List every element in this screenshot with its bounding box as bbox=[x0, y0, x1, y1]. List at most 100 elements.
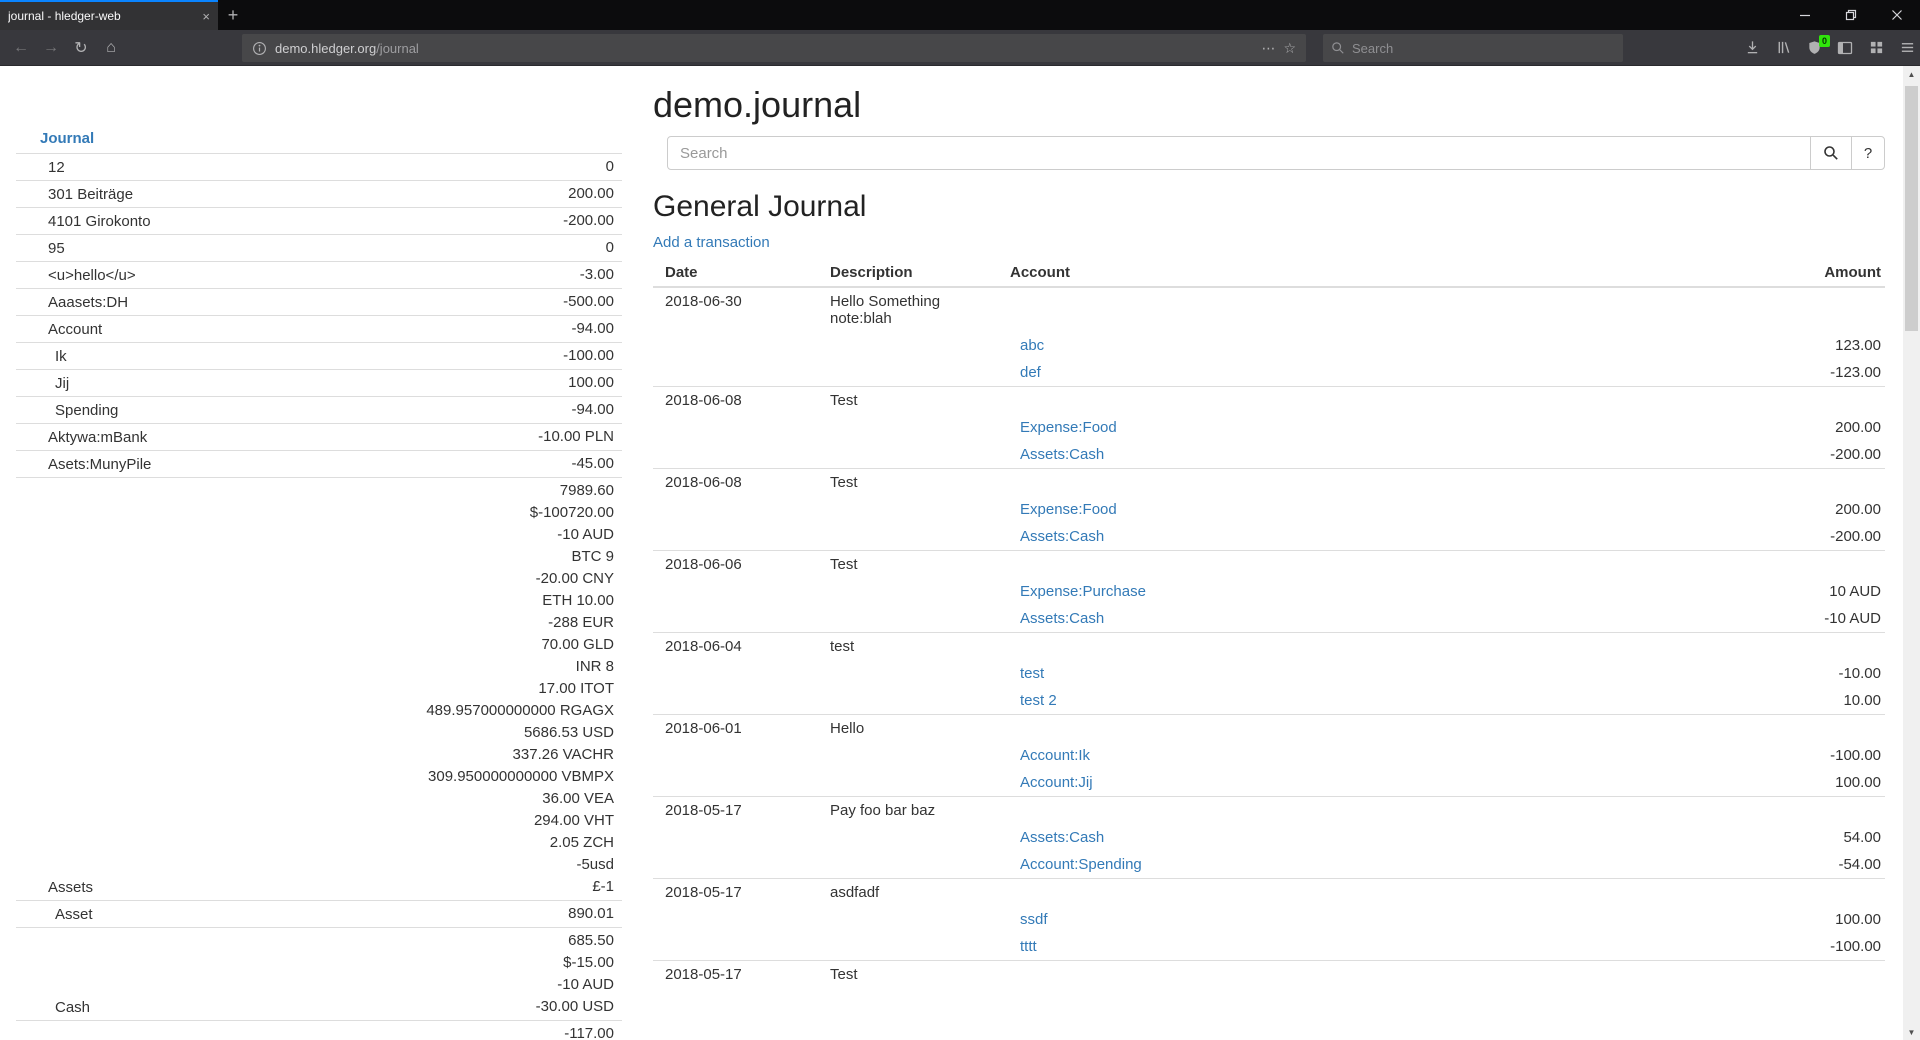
browser-search-bar[interactable]: Search bbox=[1323, 34, 1623, 62]
posting-desc-spacer bbox=[818, 742, 998, 769]
add-transaction-link[interactable]: Add a transaction bbox=[653, 234, 770, 251]
transaction-description: Hello bbox=[818, 715, 998, 743]
new-tab-button[interactable]: + bbox=[218, 0, 248, 30]
posting-account-link[interactable]: Expense:Purchase bbox=[1020, 583, 1146, 600]
sidebar-account-link[interactable]: Jij bbox=[16, 373, 69, 394]
posting-row: def-123.00 bbox=[653, 359, 1885, 387]
posting-account-link[interactable]: def bbox=[1020, 364, 1041, 381]
sidebar-account-row: Spending-94.00 bbox=[16, 396, 622, 423]
posting-account-link[interactable]: ssdf bbox=[1020, 911, 1048, 928]
posting-account-link[interactable]: Account:Jij bbox=[1020, 774, 1093, 791]
sidebar-account-link[interactable]: Assets bbox=[16, 877, 93, 898]
transaction-account-spacer bbox=[998, 715, 1665, 743]
sidebar-account-link[interactable]: Spending bbox=[16, 400, 118, 421]
sidebar-account-link[interactable]: Cash bbox=[16, 997, 90, 1018]
posting-desc-spacer bbox=[818, 851, 998, 879]
posting-account-link[interactable]: Account:Ik bbox=[1020, 747, 1090, 764]
posting-desc-spacer bbox=[818, 605, 998, 633]
home-icon[interactable]: ⌂ bbox=[96, 30, 126, 65]
posting-account-link[interactable]: Expense:Food bbox=[1020, 501, 1117, 518]
balance-amount: 70.00 GLD bbox=[426, 634, 614, 656]
sidebar-account-row: 950 bbox=[16, 234, 622, 261]
sidebar-account-link[interactable]: Asets:MunyPile bbox=[16, 454, 151, 475]
bookmark-star-icon[interactable]: ☆ bbox=[1283, 40, 1296, 57]
sidebar-account-link[interactable]: Aktywa:mBank bbox=[16, 427, 147, 448]
sidebar-journal-link[interactable]: Journal bbox=[16, 130, 94, 153]
browser-tab[interactable]: journal - hledger-web × bbox=[0, 0, 218, 30]
posting-account-link[interactable]: Expense:Food bbox=[1020, 419, 1117, 436]
transaction-date: 2018-05-17 bbox=[653, 961, 818, 989]
library-icon[interactable] bbox=[1774, 39, 1792, 57]
posting-account-link[interactable]: Assets:Cash bbox=[1020, 610, 1104, 627]
sidebar-account-link[interactable]: Ik bbox=[16, 346, 67, 367]
url-bar[interactable]: demo.hledger.org/journal ⋯ ☆ bbox=[242, 34, 1306, 62]
restore-button[interactable] bbox=[1828, 0, 1874, 30]
posting-account-link[interactable]: Assets:Cash bbox=[1020, 446, 1104, 463]
scrollbar-thumb[interactable] bbox=[1905, 86, 1918, 331]
balance-amount: BTC 9 bbox=[426, 546, 614, 568]
reload-icon[interactable]: ↻ bbox=[66, 30, 96, 65]
apps-grid-icon[interactable] bbox=[1867, 39, 1885, 57]
sidebar-account-link[interactable]: Asset bbox=[16, 904, 93, 925]
transaction-row: 2018-06-08Test bbox=[653, 387, 1885, 415]
tab-close-icon[interactable]: × bbox=[202, 10, 210, 23]
balance-amount: 337.26 VACHR bbox=[426, 744, 614, 766]
posting-row: Assets:Cash54.00 bbox=[653, 824, 1885, 851]
sidebar-account-link[interactable]: <u>hello</u> bbox=[16, 265, 136, 286]
transaction-amount-spacer bbox=[1665, 879, 1885, 907]
forward-icon[interactable]: → bbox=[36, 30, 66, 65]
posting-account-link[interactable]: abc bbox=[1020, 337, 1044, 354]
menu-hamburger-icon[interactable] bbox=[1898, 39, 1916, 57]
downloads-icon[interactable] bbox=[1743, 39, 1761, 57]
page-actions-icon[interactable]: ⋯ bbox=[1261, 40, 1275, 57]
back-icon[interactable]: ← bbox=[6, 30, 36, 65]
site-info-icon[interactable] bbox=[252, 41, 267, 56]
posting-row: Account:Spending-54.00 bbox=[653, 851, 1885, 879]
posting-account-link[interactable]: tttt bbox=[1020, 938, 1037, 955]
posting-desc-spacer bbox=[818, 359, 998, 387]
posting-row: abc 123.00 bbox=[653, 332, 1885, 359]
posting-account-link[interactable]: Assets:Cash bbox=[1020, 829, 1104, 846]
extension-shield-icon[interactable]: 0 bbox=[1805, 39, 1823, 57]
sidebar-account-link[interactable]: 4101 Girokonto bbox=[16, 211, 151, 232]
page-scrollbar[interactable]: ▲ ▼ bbox=[1903, 66, 1920, 1040]
transaction-account-spacer bbox=[998, 551, 1665, 579]
posting-amount: -10.00 bbox=[1665, 660, 1885, 687]
posting-account-link[interactable]: Account:Spending bbox=[1020, 856, 1142, 873]
posting-row: ssdf100.00 bbox=[653, 906, 1885, 933]
scrollbar-down-arrow[interactable]: ▼ bbox=[1903, 1024, 1920, 1040]
sidebar-account-link[interactable]: 12 bbox=[16, 157, 65, 178]
balance-amount: -10 AUD bbox=[426, 524, 614, 546]
sidebar-account-link[interactable]: Aaasets:DH bbox=[16, 292, 128, 313]
search-input[interactable] bbox=[667, 136, 1811, 170]
sidebar-account-link[interactable]: 95 bbox=[16, 238, 65, 259]
close-button[interactable] bbox=[1874, 0, 1920, 30]
posting-amount: -200.00 bbox=[1665, 523, 1885, 551]
sidebar-account-link[interactable]: 301 Beiträge bbox=[16, 184, 133, 205]
posting-account-cell: Expense:Purchase bbox=[998, 578, 1665, 605]
transaction-amount-spacer bbox=[1665, 287, 1885, 332]
search-submit-button[interactable] bbox=[1810, 136, 1852, 170]
help-button[interactable]: ? bbox=[1851, 136, 1885, 170]
toolbar-right-icons: 0 bbox=[1743, 30, 1916, 65]
balance-amount: -117.00 bbox=[564, 1023, 614, 1040]
sidebar-account-row: -117.00 bbox=[16, 1020, 622, 1040]
posting-account-link[interactable]: test bbox=[1020, 665, 1044, 682]
sidebar-account-link[interactable]: Account bbox=[16, 319, 102, 340]
posting-account-link[interactable]: test 2 bbox=[1020, 692, 1057, 709]
posting-account-cell: abc bbox=[998, 332, 1665, 359]
posting-amount: 123.00 bbox=[1665, 332, 1885, 359]
posting-amount: -10 AUD bbox=[1665, 605, 1885, 633]
section-title: General Journal bbox=[653, 190, 1885, 224]
scrollbar-up-arrow[interactable]: ▲ bbox=[1903, 66, 1920, 82]
sidebar-account-row: Jij100.00 bbox=[16, 369, 622, 396]
sidebar-toggle-icon[interactable] bbox=[1836, 39, 1854, 57]
posting-desc-spacer bbox=[818, 687, 998, 715]
posting-amount: 10.00 bbox=[1665, 687, 1885, 715]
posting-account-link[interactable]: Assets:Cash bbox=[1020, 528, 1104, 545]
posting-desc-spacer bbox=[818, 824, 998, 851]
url-domain: demo.hledger.org bbox=[275, 41, 376, 56]
minimize-button[interactable] bbox=[1782, 0, 1828, 30]
sidebar-account-row: Ik-100.00 bbox=[16, 342, 622, 369]
posting-date-spacer bbox=[653, 851, 818, 879]
